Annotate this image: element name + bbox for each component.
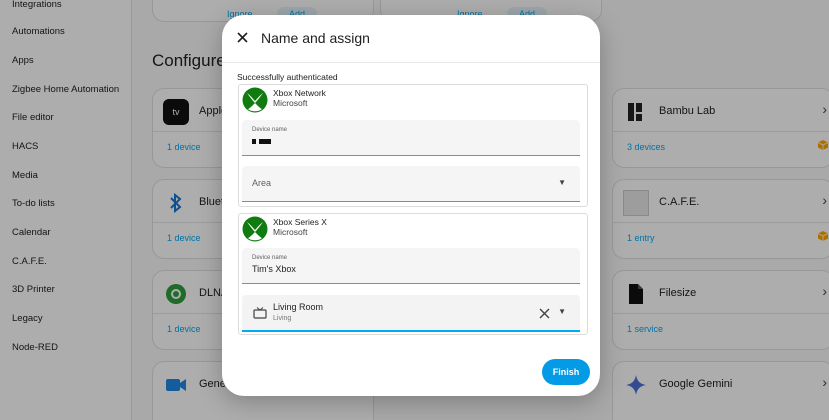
device-name: Xbox Series X xyxy=(273,217,327,227)
device-name-field[interactable]: Device name Tim's Xbox xyxy=(242,248,580,284)
device-name-field[interactable]: Device name xyxy=(242,120,580,156)
area-value: Living Room xyxy=(273,302,324,312)
clear-icon[interactable] xyxy=(539,306,550,324)
dropdown-arrow-icon[interactable]: ▼ xyxy=(558,178,566,187)
xbox-icon xyxy=(242,87,268,113)
close-icon[interactable] xyxy=(232,27,252,47)
device-name: Xbox Network xyxy=(273,88,326,98)
device-name-label: Device name xyxy=(252,255,288,261)
device-name-input[interactable]: Tim's Xbox xyxy=(252,264,296,274)
area-floor: Living xyxy=(273,315,292,322)
dropdown-arrow-icon[interactable]: ▼ xyxy=(558,307,566,316)
device-card: Xbox Network Microsoft Device name Area … xyxy=(238,84,588,207)
dialog-body: Successfully authenticated Xbox Network … xyxy=(222,62,600,396)
area-placeholder: Area xyxy=(252,178,272,188)
finish-button[interactable]: Finish xyxy=(542,359,590,385)
xbox-icon xyxy=(242,216,268,242)
dialog-title: Name and assign xyxy=(261,30,370,46)
area-select[interactable]: Living Room Living ▼ xyxy=(242,295,580,332)
name-and-assign-dialog: Name and assign Successfully authenticat… xyxy=(222,15,600,396)
device-manufacturer: Microsoft xyxy=(273,98,308,108)
area-select[interactable]: Area ▼ xyxy=(242,166,580,202)
auth-status-text: Successfully authenticated xyxy=(237,72,338,82)
device-name-label: Device name xyxy=(252,127,288,133)
tv-icon xyxy=(253,307,267,319)
device-card: Xbox Series X Microsoft Device name Tim'… xyxy=(238,213,588,335)
device-name-input[interactable] xyxy=(252,136,274,146)
device-manufacturer: Microsoft xyxy=(273,227,308,237)
